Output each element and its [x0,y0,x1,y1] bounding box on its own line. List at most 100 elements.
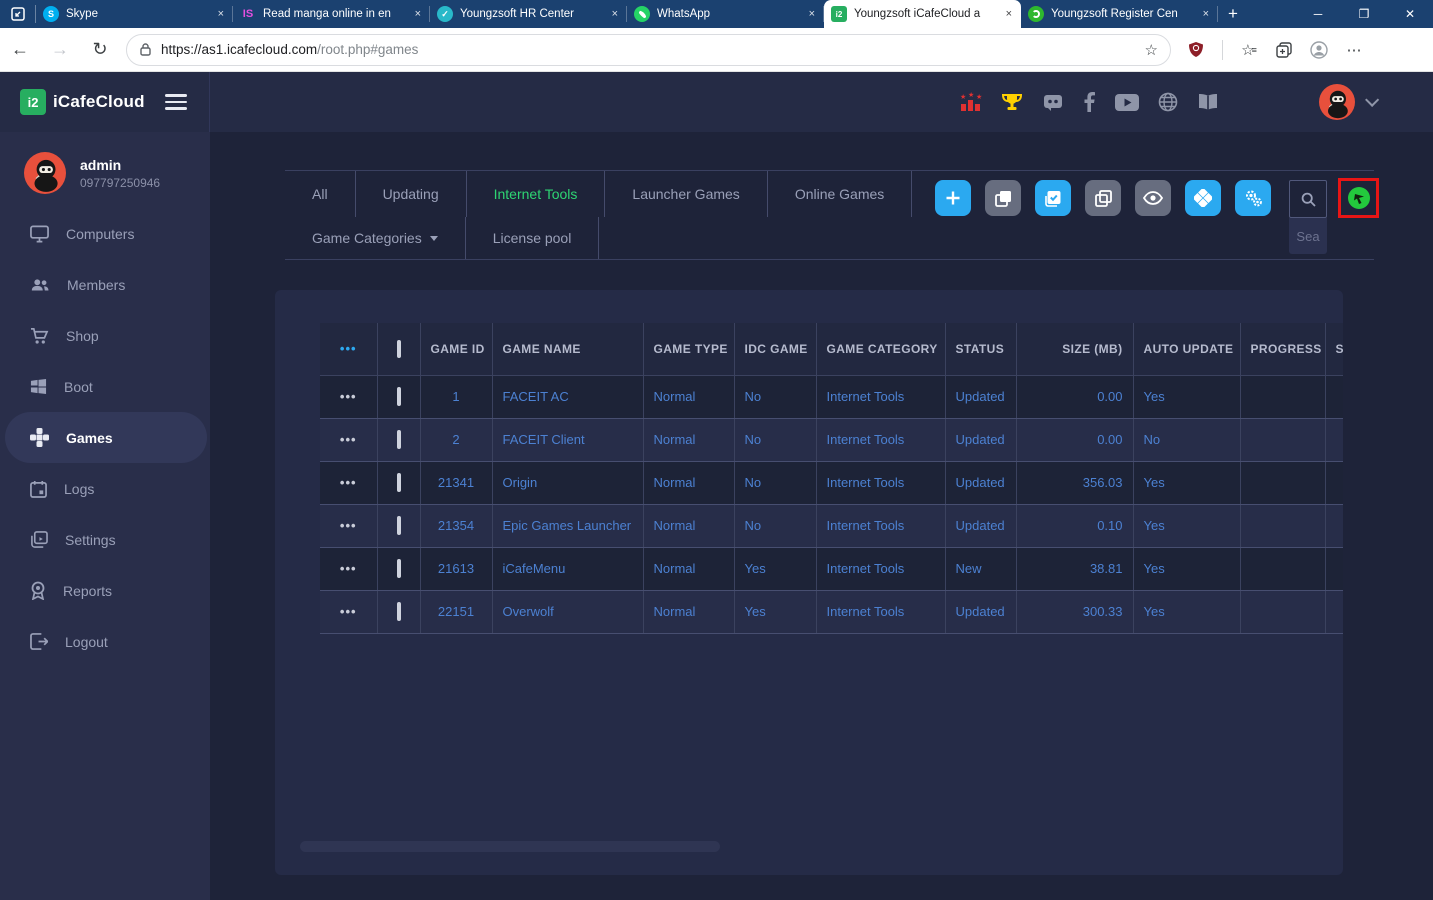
row-actions-icon[interactable]: ••• [340,475,357,490]
docs-book-icon[interactable] [1197,93,1219,111]
tab-close-icon[interactable]: × [610,8,620,20]
cell-game-name[interactable]: Epic Games Launcher [492,504,643,547]
browser-tab-hr-center[interactable]: ✓ Youngzsoft HR Center × [430,0,627,28]
row-checkbox[interactable] [397,559,401,578]
hamburger-menu-icon[interactable] [165,94,187,110]
row-checkbox[interactable] [397,516,401,535]
select-all-checkbox[interactable] [397,340,401,358]
show-hide-button[interactable] [1135,180,1171,216]
col-size-mb[interactable]: SIZE (MB) [1016,323,1133,375]
cell-game-id[interactable]: 21354 [420,504,492,547]
copy-games-button[interactable] [985,180,1021,216]
row-checkbox[interactable] [397,430,401,449]
row-actions-icon[interactable]: ••• [340,561,357,576]
categories-grid-button[interactable] [1185,180,1221,216]
sidebar-item-reports[interactable]: Reports [0,565,210,616]
cell-game-name[interactable]: Origin [492,461,643,504]
col-game-category[interactable]: GAME CATEGORY [816,323,945,375]
browser-tab-icafecloud[interactable]: i2 Youngzsoft iCafeCloud a × [824,0,1021,28]
sidebar-item-logout[interactable]: Logout [0,616,210,667]
cell-game-name[interactable]: FACEIT Client [492,418,643,461]
cell-progress [1240,504,1325,547]
horizontal-scrollbar[interactable] [300,841,720,852]
tab-close-icon[interactable]: × [216,8,226,20]
row-actions-icon[interactable]: ••• [340,604,357,619]
search-input[interactable]: Sea [1289,218,1327,254]
filter-tab-internet-tools[interactable]: Internet Tools [467,171,606,217]
ranking-icon[interactable]: ★★★ [960,92,982,112]
header-actions-icon[interactable]: ••• [340,341,357,356]
favorite-star-icon[interactable]: ☆ [1145,41,1158,59]
cell-game-id[interactable]: 21341 [420,461,492,504]
search-button[interactable] [1289,180,1327,218]
row-actions-icon[interactable]: ••• [340,389,357,404]
facebook-icon[interactable] [1083,92,1096,112]
url-field[interactable]: https://as1.icafecloud.com/root.php#game… [126,34,1171,66]
filter-dropdown-game-categories[interactable]: Game Categories [285,217,466,259]
sidebar-item-boot[interactable]: Boot [0,361,210,412]
tab-close-icon[interactable]: × [1004,8,1014,20]
tab-actions-icon[interactable] [0,5,36,23]
back-button[interactable]: ← [0,39,40,60]
minimize-button[interactable]: ─ [1295,0,1341,28]
cell-game-name[interactable]: FACEIT AC [492,375,643,418]
duplicate-button[interactable] [1085,180,1121,216]
settings-gears-button[interactable] [1235,180,1271,216]
trophy-icon[interactable] [1001,92,1023,112]
col-auto-update[interactable]: AUTO UPDATE [1133,323,1240,375]
cell-game-id[interactable]: 22151 [420,590,492,633]
region-globe-icon[interactable] [1346,185,1372,211]
sidebar-item-logs[interactable]: Logs [0,463,210,514]
row-actions-icon[interactable]: ••• [340,518,357,533]
cell-game-name[interactable]: iCafeMenu [492,547,643,590]
browser-tab-skype[interactable]: S Skype × [36,0,233,28]
col-progress[interactable]: PROGRESS [1240,323,1325,375]
col-idc-game[interactable]: IDC GAME [734,323,816,375]
new-tab-button[interactable]: + [1218,0,1248,28]
filter-tab-all[interactable]: All [285,171,356,217]
sidebar-item-shop[interactable]: Shop [0,310,210,361]
discord-icon[interactable] [1042,92,1064,112]
collections-icon[interactable] [1275,41,1293,59]
col-truncated[interactable]: SI [1325,323,1343,375]
browser-tab-manga[interactable]: IS Read manga online in en × [233,0,430,28]
filter-tab-updating[interactable]: Updating [356,171,467,217]
col-game-name[interactable]: GAME NAME [492,323,643,375]
cell-game-name[interactable]: Overwolf [492,590,643,633]
cell-game-id[interactable]: 21613 [420,547,492,590]
filter-tab-online-games[interactable]: Online Games [768,171,912,217]
forward-button[interactable]: → [40,39,80,60]
tab-close-icon[interactable]: × [413,8,423,20]
ublock-shield-icon[interactable] [1187,41,1205,59]
row-checkbox[interactable] [397,473,401,492]
filter-tab-license-pool[interactable]: License pool [466,217,600,259]
filter-tab-launcher-games[interactable]: Launcher Games [605,171,767,217]
row-checkbox[interactable] [397,387,401,406]
sidebar-item-members[interactable]: Members [0,259,210,310]
favorites-bar-icon[interactable]: ☆≡ [1240,41,1258,59]
globe-icon[interactable] [1158,92,1178,112]
profile-icon[interactable] [1310,41,1328,59]
browser-tab-register-center[interactable]: Youngzsoft Register Cen × [1021,0,1218,28]
row-checkbox[interactable] [397,602,401,621]
sidebar-item-settings[interactable]: Settings [0,514,210,565]
col-game-id[interactable]: GAME ID [420,323,492,375]
refresh-button[interactable]: ↻ [80,39,120,60]
select-all-button[interactable] [1035,180,1071,216]
sidebar-item-computers[interactable]: Computers [0,208,210,259]
row-actions-icon[interactable]: ••• [340,432,357,447]
tab-close-icon[interactable]: × [1201,8,1211,20]
sidebar-item-games[interactable]: Games [5,412,207,463]
youtube-icon[interactable] [1115,94,1139,111]
tab-close-icon[interactable]: × [807,8,817,20]
maximize-button[interactable]: ❐ [1341,0,1387,28]
header-user-menu[interactable] [1319,84,1375,120]
browser-menu-icon[interactable]: ⋯ [1345,41,1363,59]
close-button[interactable]: ✕ [1387,0,1433,28]
cell-game-id[interactable]: 1 [420,375,492,418]
browser-tab-whatsapp[interactable]: WhatsApp × [627,0,824,28]
col-status[interactable]: STATUS [945,323,1016,375]
add-game-button[interactable] [935,180,971,216]
cell-game-id[interactable]: 2 [420,418,492,461]
col-game-type[interactable]: GAME TYPE [643,323,734,375]
